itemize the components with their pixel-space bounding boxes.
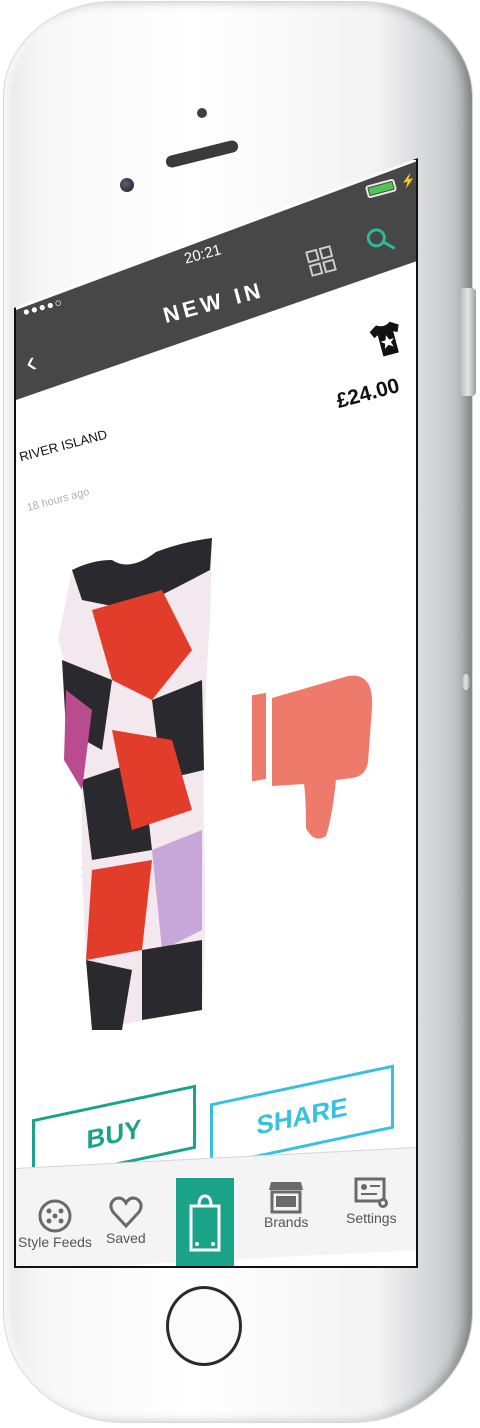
- tab-style-feeds[interactable]: Style Feeds: [18, 1198, 92, 1250]
- tab-label: Brands: [264, 1214, 309, 1230]
- front-sensor: [197, 108, 207, 118]
- home-button[interactable]: [166, 1286, 242, 1366]
- storefront-icon: [269, 1182, 304, 1214]
- dislike-thumb-icon[interactable]: [248, 668, 378, 844]
- product-price: £24.00: [333, 374, 402, 413]
- style-feeds-icon: [38, 1199, 72, 1233]
- product-image[interactable]: [52, 530, 216, 1040]
- tshirt-star-icon[interactable]: [364, 316, 411, 363]
- power-button: [460, 288, 476, 396]
- settings-card-icon: [354, 1177, 389, 1208]
- heart-icon: [109, 1196, 143, 1229]
- tab-label: Saved: [106, 1230, 146, 1246]
- volume-rocker: [462, 674, 470, 690]
- front-camera: [120, 178, 134, 192]
- app-screen: ●●●●○ 20:21 ⚡ NEW IN ‹ £24.00 RIVER ISLA…: [14, 158, 418, 1268]
- tab-label: Settings: [346, 1210, 397, 1226]
- tab-brands[interactable]: Brands: [264, 1178, 308, 1230]
- tab-saved[interactable]: Saved: [106, 1194, 146, 1246]
- tab-settings[interactable]: Settings: [346, 1174, 397, 1226]
- tab-label: Style Feeds: [18, 1234, 92, 1250]
- tab-shop[interactable]: [176, 1178, 234, 1266]
- phone-frame: ●●●●○ 20:21 ⚡ NEW IN ‹ £24.00 RIVER ISLA…: [0, 0, 480, 1428]
- posted-time: 18 hours ago: [25, 485, 91, 515]
- shopping-bag-icon: [189, 1194, 221, 1252]
- product-brand: RIVER ISLAND: [17, 426, 109, 465]
